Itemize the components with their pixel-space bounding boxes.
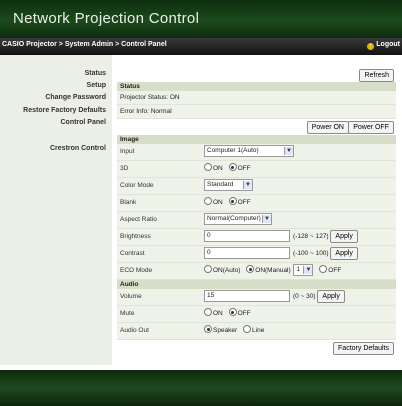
projector-status: Projector Status: ON (117, 91, 396, 105)
eco-mode-label: ECO Mode (120, 267, 153, 274)
color-mode-row: Color Mode Standard ▼ (117, 178, 396, 195)
brightness-range: (-128 ~ 127) (293, 233, 329, 240)
footer-band (0, 370, 402, 406)
sidebar: Status Setup Change Password Restore Fac… (0, 55, 112, 365)
chevron-down-icon: ▼ (243, 181, 252, 190)
header-banner: Network Projection Control (0, 0, 402, 38)
3d-on-label: ON (213, 165, 223, 172)
aspect-ratio-select[interactable]: Normal(Computer) ▼ (204, 213, 272, 226)
factory-defaults-row: Factory Defaults (117, 340, 396, 356)
power-on-button[interactable]: Power ON (306, 121, 349, 134)
mute-row: Mute ON OFF (117, 306, 396, 323)
refresh-row: Refresh (117, 66, 396, 82)
logout-icon: ↑ (367, 43, 375, 50)
input-label: Input (120, 148, 135, 155)
error-info: Error Info: Normal (117, 105, 396, 119)
eco-auto-label: ON(Auto) (213, 267, 241, 274)
volume-label: Volume (120, 293, 142, 300)
eco-manual-radio[interactable] (246, 265, 255, 273)
contrast-apply-button[interactable]: Apply (330, 247, 358, 260)
input-select-value: Computer 1(Auto) (207, 147, 259, 155)
volume-row: Volume 15 (0 ~ 30) Apply (117, 289, 396, 306)
eco-level-select[interactable]: 1 ▼ (293, 264, 314, 277)
color-mode-select[interactable]: Standard ▼ (204, 179, 253, 192)
input-row: Input Computer 1(Auto) ▼ (117, 144, 396, 161)
color-mode-label: Color Mode (120, 182, 154, 189)
blank-on-label: ON (213, 199, 223, 206)
sidebar-item-change-password[interactable]: Change Password (45, 94, 106, 101)
blank-off-radio[interactable] (228, 197, 237, 205)
3d-off-label: OFF (237, 165, 251, 172)
volume-range: (0 ~ 30) (293, 293, 316, 300)
chevron-down-icon: ▼ (262, 215, 271, 224)
mute-label: Mute (120, 310, 135, 317)
audio-section-heading: Audio (117, 280, 396, 289)
brightness-apply-button[interactable]: Apply (330, 230, 358, 243)
mute-on-label: ON (213, 310, 223, 317)
chevron-down-icon: ▼ (284, 147, 293, 156)
control-panel: Refresh Status Projector Status: ON Erro… (117, 66, 396, 356)
aspect-ratio-row: Aspect Ratio Normal(Computer) ▼ (117, 212, 396, 229)
blank-label: Blank (120, 199, 137, 206)
brightness-row: Brightness 0 (-128 ~ 127) Apply (117, 229, 396, 246)
chevron-down-icon: ▼ (303, 266, 313, 275)
contrast-input[interactable]: 0 (204, 247, 290, 260)
brightness-input[interactable]: 0 (204, 230, 290, 243)
sidebar-item-setup[interactable]: Setup (87, 82, 106, 89)
3d-row: 3D ON OFF (117, 161, 396, 178)
breadcrumb: CASIO Projector > System Admin > Control… (2, 41, 167, 48)
refresh-button[interactable]: Refresh (359, 69, 394, 82)
sidebar-item-crestron-control[interactable]: Crestron Control (50, 145, 106, 152)
audio-out-label: Audio Out (120, 327, 149, 334)
3d-label: 3D (120, 165, 129, 172)
blank-off-label: OFF (237, 199, 251, 206)
mute-off-radio[interactable] (228, 308, 237, 316)
3d-on-radio[interactable] (204, 163, 212, 171)
image-section-heading: Image (117, 135, 396, 144)
contrast-range: (-100 ~ 100) (293, 250, 329, 257)
eco-manual-label: ON(Manual) (255, 267, 291, 274)
speaker-radio[interactable] (204, 325, 212, 333)
input-select[interactable]: Computer 1(Auto) ▼ (204, 145, 294, 158)
eco-off-label: OFF (328, 267, 342, 274)
volume-input[interactable]: 15 (204, 290, 290, 303)
eco-mode-row: ECO Mode ON(Auto) ON(Manual) 1 ▼ OFF (117, 263, 396, 280)
app-title: Network Projection Control (13, 10, 200, 27)
line-radio[interactable] (243, 325, 252, 333)
logout-label: Logout (376, 41, 400, 48)
power-row: Power ON Power OFF (117, 119, 396, 135)
eco-off-radio[interactable] (319, 265, 328, 273)
color-mode-select-value: Standard (207, 181, 234, 189)
audio-out-row: Audio Out Speaker Line (117, 323, 396, 340)
aspect-ratio-label: Aspect Ratio (120, 216, 157, 223)
nav-bar: CASIO Projector > System Admin > Control… (0, 38, 402, 55)
blank-row: Blank ON OFF (117, 195, 396, 212)
eco-auto-radio[interactable] (204, 265, 212, 273)
speaker-label: Speaker (213, 327, 238, 334)
eco-level-value: 1 (296, 266, 301, 274)
line-label: Line (252, 327, 265, 334)
volume-apply-button[interactable]: Apply (317, 290, 345, 303)
mute-on-radio[interactable] (204, 308, 212, 316)
power-off-button[interactable]: Power OFF (348, 121, 394, 134)
sidebar-item-control-panel[interactable]: Control Panel (60, 119, 106, 126)
mute-off-label: OFF (237, 310, 251, 317)
brightness-label: Brightness (120, 233, 151, 240)
aspect-ratio-select-value: Normal(Computer) (207, 215, 261, 223)
sidebar-item-status[interactable]: Status (85, 70, 106, 77)
sidebar-item-restore-factory-defaults[interactable]: Restore Factory Defaults (23, 107, 106, 114)
blank-on-radio[interactable] (204, 197, 212, 205)
contrast-label: Contrast (120, 250, 145, 257)
logout-link[interactable]: ↑ Logout (367, 41, 400, 50)
3d-off-radio[interactable] (228, 163, 237, 171)
status-section-heading: Status (117, 82, 396, 91)
contrast-row: Contrast 0 (-100 ~ 100) Apply (117, 246, 396, 263)
factory-defaults-button[interactable]: Factory Defaults (333, 342, 394, 355)
